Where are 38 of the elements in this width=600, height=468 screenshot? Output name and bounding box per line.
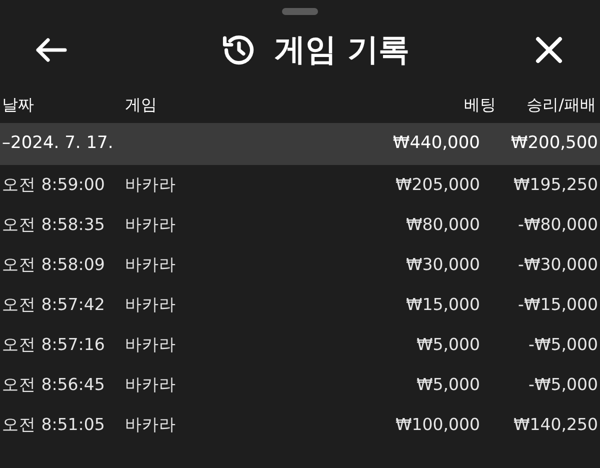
column-header: 승리/패배 [526,94,596,116]
bet-cell-text: ₩30,000 [404,254,480,276]
bet-cell-text: ₩5,000 [415,374,480,396]
column-header: 게임 [125,94,158,116]
result-cell-text: ₩195,250 [512,174,598,196]
game-cell-text: 바카라 [125,374,177,396]
bet-cell-text: ₩15,000 [404,294,480,316]
result-cell-text: -₩5,000 [527,334,598,356]
game-cell-text: 바카라 [125,214,177,236]
result-cell-text: -₩80,000 [516,214,598,236]
game-cell-text: 바카라 [125,254,177,276]
result-cell-text: -₩15,000 [516,294,598,316]
date-group-row[interactable]: –2024. 7. 17. ₩440,000 ₩200,500 [0,123,600,165]
time-cell-text: 오전 8:51:05 [1,414,106,436]
bet-cell-text: ₩100,000 [394,414,480,436]
game-cell-text: 바카라 [125,174,177,196]
result-cell-text: -₩30,000 [516,254,598,276]
time-cell-text: 오전 8:57:42 [1,294,106,316]
time-cell-text: 오전 8:57:16 [1,334,106,356]
time-cell-text: 오전 8:58:09 [1,254,106,276]
column-header: 날짜 [1,94,35,116]
group-result-total: ₩200,500 [510,132,598,156]
time-cell-text: 오전 8:58:35 [1,214,106,236]
group-bet-total: ₩440,000 [392,132,480,156]
bet-cell-text: ₩5,000 [415,334,480,356]
bet-cell-text: ₩205,000 [394,174,480,196]
game-cell-text: 바카라 [125,414,177,436]
game-cell-text: 바카라 [125,294,177,316]
column-header: 베팅 [463,94,496,116]
game-cell-text: 바카라 [125,334,177,356]
bet-cell-text: ₩80,000 [404,214,480,236]
window-title: 게임 기록 [274,30,410,70]
result-cell-text: -₩5,000 [527,374,598,396]
time-cell-text: 오전 8:56:45 [1,374,106,396]
time-cell-text: 오전 8:59:00 [1,174,106,196]
drag-handle[interactable] [282,8,318,15]
result-cell-text: ₩140,250 [512,414,598,436]
group-date: –2024. 7. 17. [1,132,114,156]
